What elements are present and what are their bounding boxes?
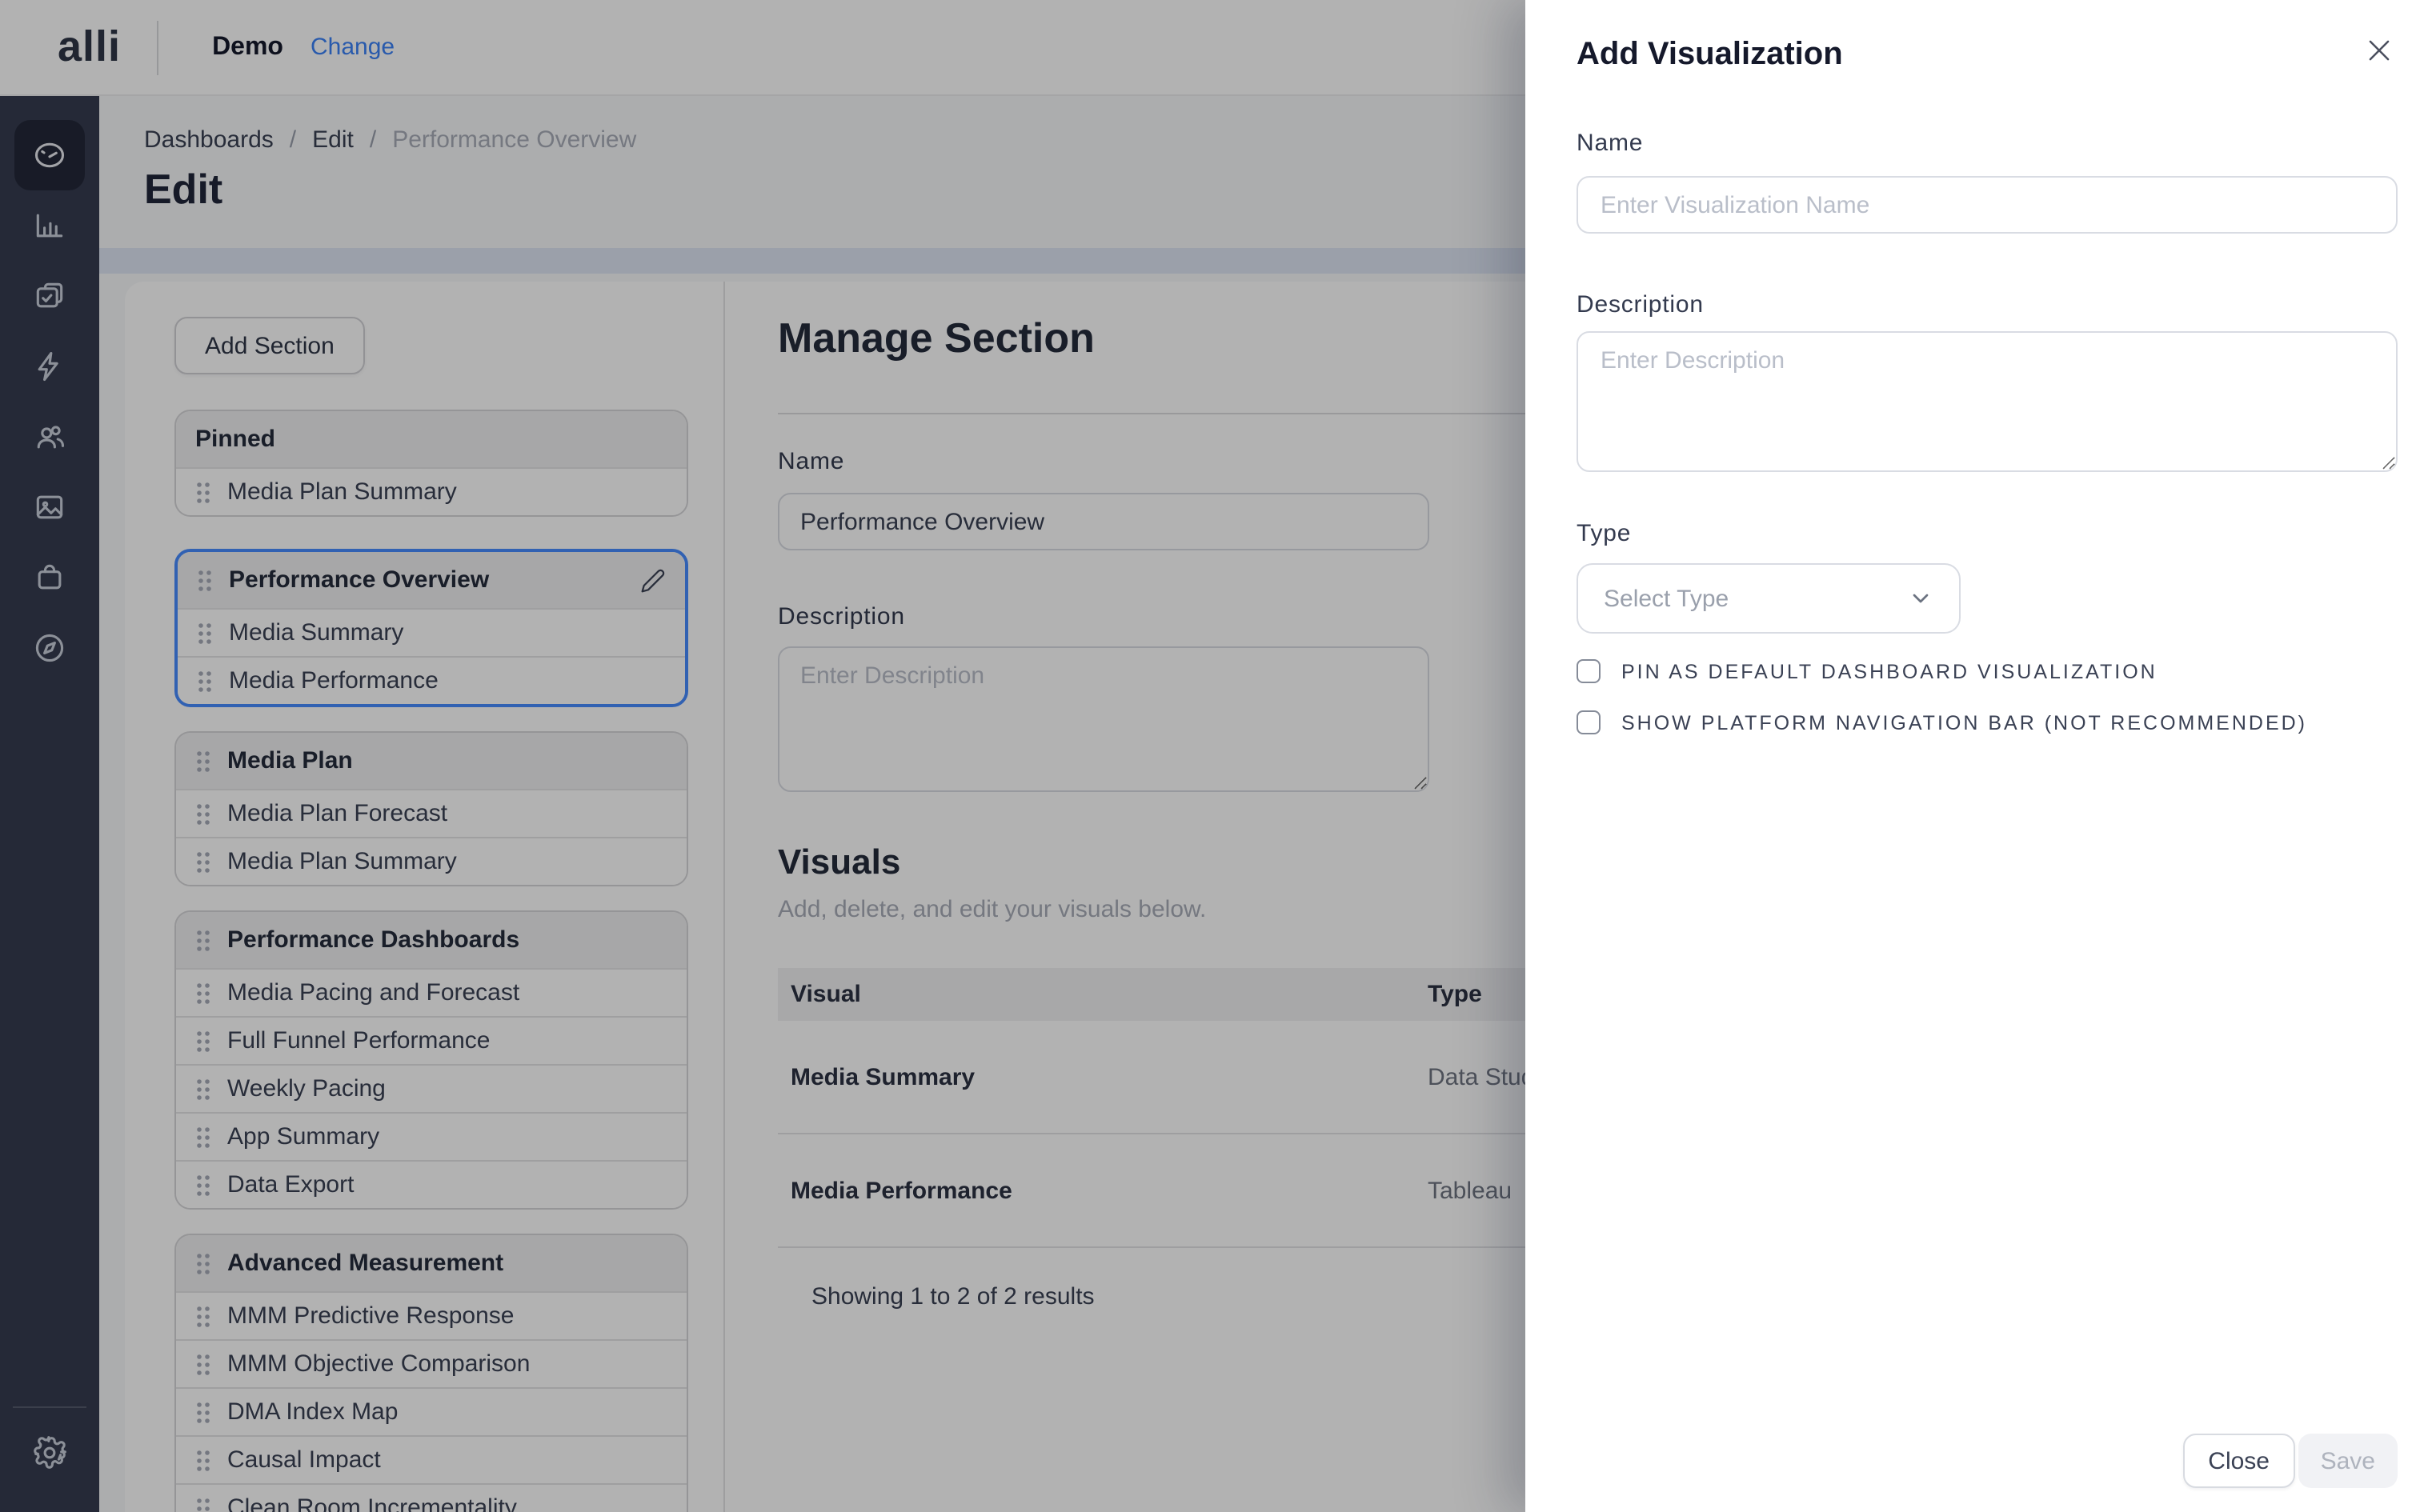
show-nav-checkbox-row[interactable]: SHOW PLATFORM NAVIGATION BAR (NOT RECOMM… [1577,710,2307,734]
type-select-value: Select Type [1604,585,1908,612]
app-root: alli Demo Change [0,0,2420,1512]
checkbox-label: SHOW PLATFORM NAVIGATION BAR (NOT RECOMM… [1621,711,2307,734]
checkbox[interactable] [1577,659,1601,683]
checkbox-label: PIN AS DEFAULT DASHBOARD VISUALIZATION [1621,660,2158,682]
close-icon[interactable] [2361,32,2398,69]
close-button[interactable]: Close [2182,1434,2295,1488]
pin-default-checkbox-row[interactable]: PIN AS DEFAULT DASHBOARD VISUALIZATION [1577,659,2158,683]
checkbox[interactable] [1577,710,1601,734]
visualization-description-textarea[interactable] [1577,331,2398,472]
add-visualization-modal: Add Visualization Name Description Type … [1525,0,2420,1512]
modal-name-label: Name [1577,130,1643,157]
type-select[interactable]: Select Type [1577,563,1961,634]
save-button[interactable]: Save [2298,1434,2398,1488]
chevron-down-icon [1908,586,1933,611]
modal-title: Add Visualization [1577,37,1843,74]
visualization-name-input[interactable] [1577,176,2398,234]
modal-description-label: Description [1577,291,1704,318]
modal-type-label: Type [1577,520,1631,547]
